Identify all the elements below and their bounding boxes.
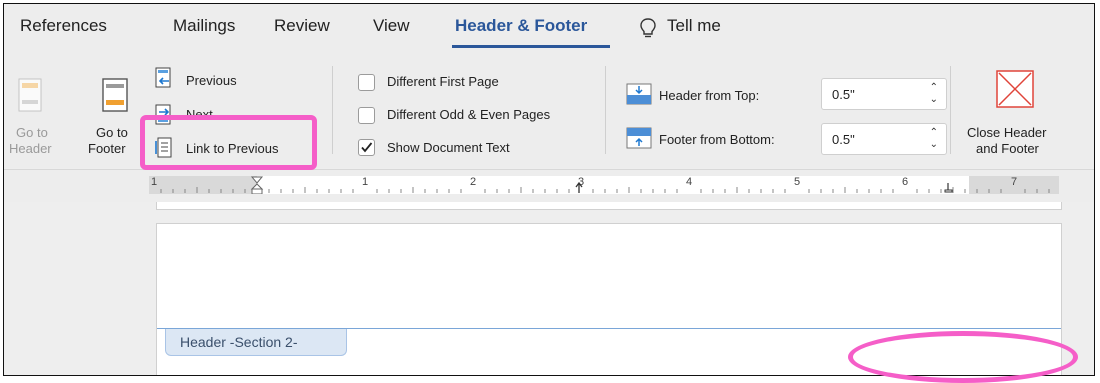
show-document-text-label: Show Document Text	[387, 140, 510, 155]
right-tab-stop-icon[interactable]	[943, 181, 955, 194]
checkbox-box	[358, 74, 375, 91]
footer-from-bottom-icon	[626, 127, 652, 149]
close-x-icon	[996, 70, 1034, 108]
ruler-number: 4	[686, 176, 693, 188]
tab-references[interactable]: References	[20, 16, 107, 36]
group-separator	[950, 66, 951, 154]
horizontal-ruler[interactable]: 1 1 2 3 4 5 6 7	[149, 176, 1059, 194]
go-to-header-icon	[18, 78, 42, 112]
checkbox-box	[358, 107, 375, 124]
tab-tell-me[interactable]: Tell me	[667, 16, 721, 36]
go-to-footer-label-line1: Go to	[96, 125, 128, 140]
tab-mailings[interactable]: Mailings	[173, 16, 235, 36]
go-to-header-label-line2: Header	[9, 141, 52, 156]
different-first-page-label: Different First Page	[387, 74, 499, 89]
ruler-number: 6	[902, 176, 909, 188]
highlight-oval	[848, 331, 1078, 383]
header-from-top-icon	[626, 83, 652, 105]
checkbox-box	[358, 139, 375, 156]
go-to-footer-label-line2: Footer	[88, 141, 126, 156]
group-separator	[605, 66, 606, 154]
ribbon-tabs: References Mailings Review View Header &…	[4, 4, 1094, 48]
tab-view[interactable]: View	[373, 16, 410, 36]
go-to-header-label-line1: Go to	[16, 125, 48, 140]
previous-section-icon	[155, 67, 171, 88]
ruler-number: 7	[1011, 176, 1018, 188]
center-tab-stop-icon[interactable]	[575, 181, 583, 194]
highlight-rectangle	[140, 115, 317, 170]
group-separator	[332, 66, 333, 154]
tab-review[interactable]: Review	[274, 16, 330, 36]
footer-from-bottom-value: 0.5"	[832, 132, 855, 147]
stepper-arrows-icon[interactable]: ⌃ ⌄	[930, 82, 938, 106]
header-from-top-stepper[interactable]: 0.5" ⌃ ⌄	[821, 78, 947, 110]
header-section-label: Header -Section 2-	[165, 329, 347, 356]
tab-header-footer[interactable]: Header & Footer	[455, 16, 587, 36]
word-window: References Mailings Review View Header &…	[3, 3, 1095, 376]
stepper-arrows-icon[interactable]: ⌃ ⌄	[930, 127, 938, 151]
ruler-number: 5	[794, 176, 801, 188]
ruler-number: 2	[470, 176, 477, 188]
close-label-line2: and Footer	[976, 141, 1039, 156]
ruler-ticks	[160, 187, 1050, 193]
footer-from-bottom-stepper[interactable]: 0.5" ⌃ ⌄	[821, 123, 947, 155]
indent-marker-icon[interactable]	[250, 176, 264, 194]
close-label-line1: Close Header	[967, 125, 1047, 140]
footer-from-bottom-label: Footer from Bottom:	[659, 132, 775, 147]
checkmark-icon	[361, 142, 373, 153]
ruler-number: 1	[151, 176, 158, 188]
ruler-bar: 1 1 2 3 4 5 6 7	[4, 169, 1094, 203]
previous-label: Previous	[186, 73, 237, 88]
previous-page-bottom	[156, 202, 1062, 210]
header-from-top-label: Header from Top:	[659, 88, 760, 103]
ruler-number: 1	[362, 176, 369, 188]
different-odd-even-label: Different Odd & Even Pages	[387, 107, 551, 122]
go-to-footer-icon	[102, 78, 128, 112]
lightbulb-icon	[640, 18, 656, 38]
header-from-top-value: 0.5"	[832, 87, 855, 102]
